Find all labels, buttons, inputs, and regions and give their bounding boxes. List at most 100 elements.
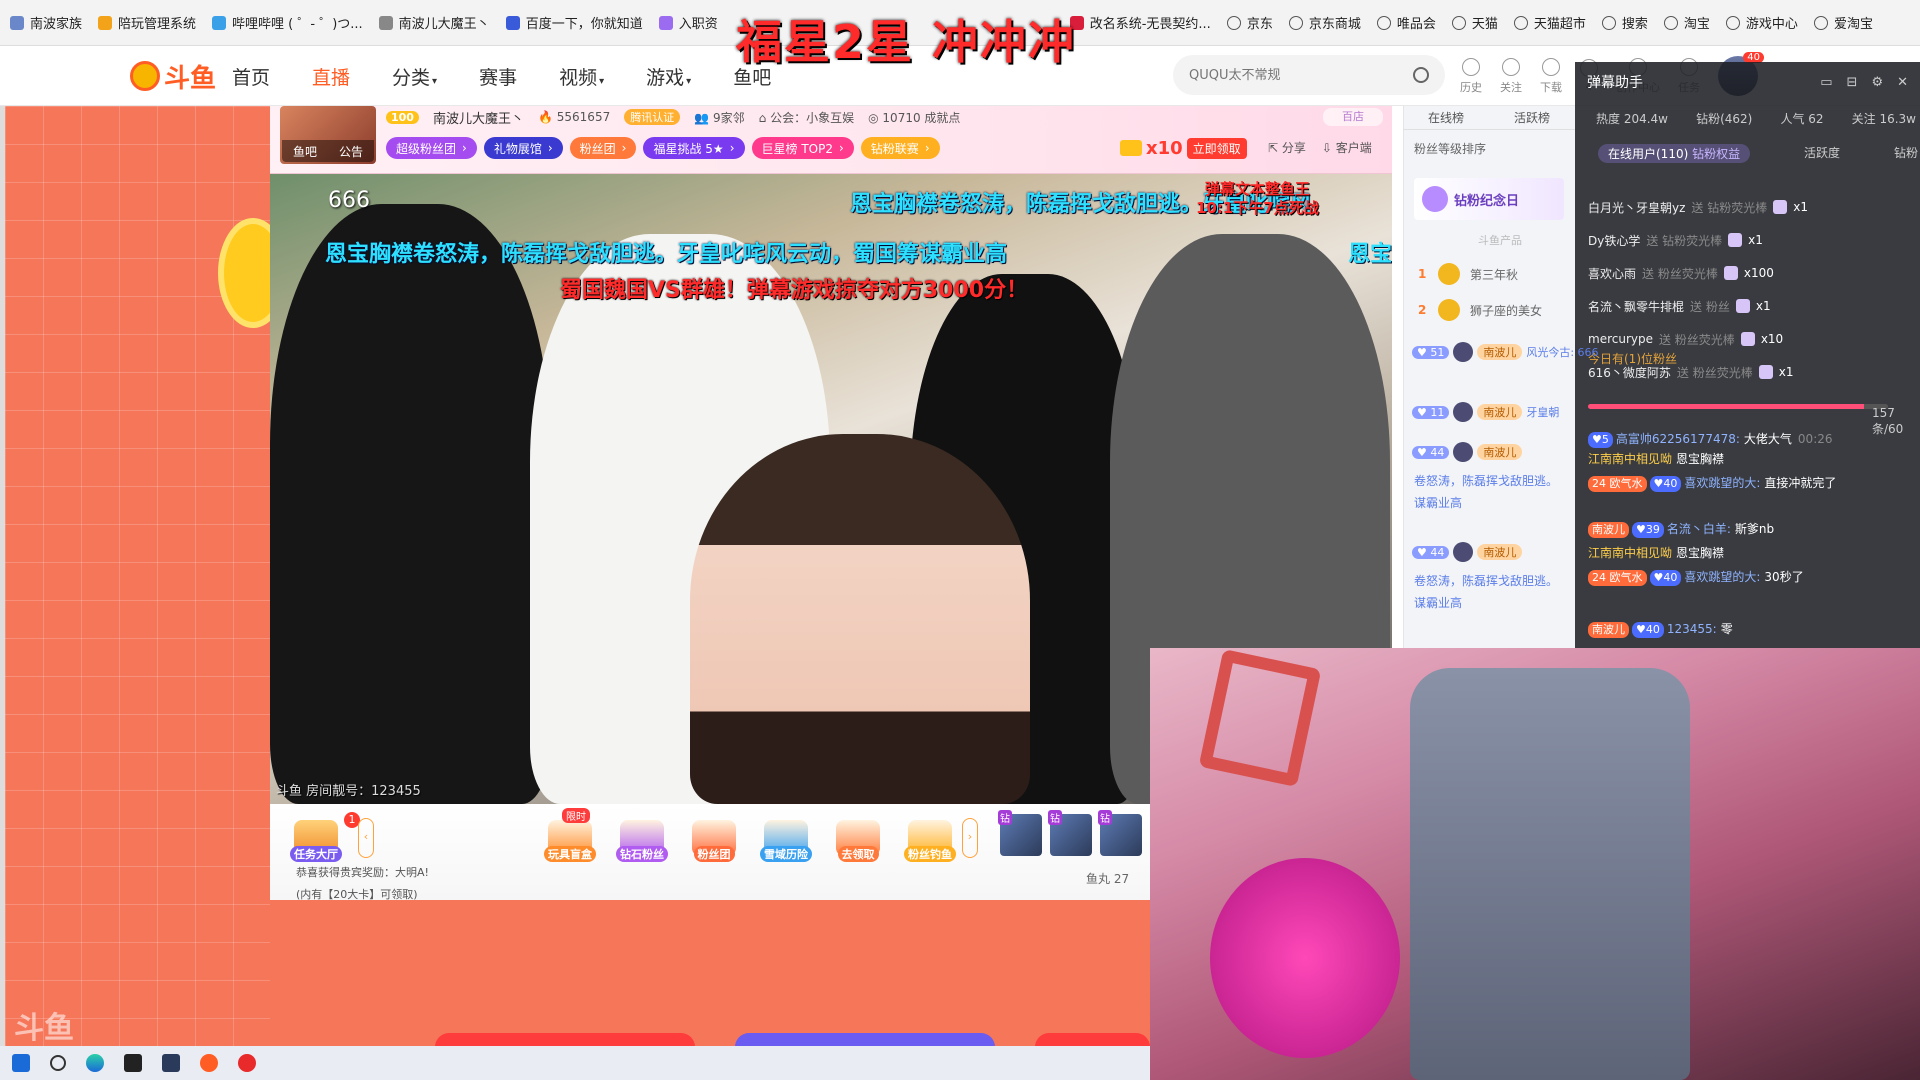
claim-button[interactable]: 立即领取 — [1186, 137, 1247, 159]
toolbar-item[interactable]: 粉丝团 — [684, 810, 744, 862]
task-hall-button[interactable]: 任务大厅 — [286, 810, 346, 862]
gift-sender[interactable]: mercurype — [1588, 332, 1653, 346]
toolbar-thumbnail[interactable]: 钻 — [998, 810, 1042, 856]
bookmark-item[interactable]: 天猫 — [1451, 13, 1498, 32]
sort-label[interactable]: 粉丝等级排序 — [1414, 140, 1486, 157]
fish-bar-link[interactable]: 鱼吧 — [293, 143, 317, 160]
gift-icon — [1740, 332, 1755, 346]
fan-badge-row[interactable]: ♥ 11 南波儿 牙皇朝 — [1412, 402, 1559, 422]
settings-icon[interactable]: ⚙ — [1871, 75, 1883, 90]
edge-icon[interactable] — [86, 1054, 104, 1072]
gift-sender[interactable]: 喜欢心雨 — [1588, 265, 1636, 282]
gift-sender[interactable]: 名流丶飘零牛排棍 — [1588, 298, 1684, 315]
diamond-tab[interactable]: 钻粉 — [1894, 144, 1918, 163]
header-icon-button[interactable]: 历史 — [1460, 57, 1482, 95]
ranking-tab[interactable]: 活跃榜 — [1514, 109, 1550, 126]
toolbar-thumbnail[interactable]: 钻 — [1098, 810, 1142, 856]
bookmark-item[interactable]: 改名系统-无畏契约... — [1069, 13, 1211, 32]
room-chip[interactable]: 钻粉联赛 › — [860, 137, 940, 159]
bookmark-item[interactable]: 哔哩哔哩 ( ゜- ゜)つ... — [212, 13, 363, 32]
diamond-anniversary-banner[interactable]: 钻粉纪念日 — [1414, 178, 1564, 220]
toolbar-collapse-icon[interactable]: ‹ — [358, 818, 374, 858]
gift-sender[interactable]: 白月光丶牙皇朝yz — [1588, 199, 1685, 216]
search-icon[interactable] — [50, 1055, 66, 1071]
fan-badge-row[interactable]: ♥ 44 南波儿 — [1412, 442, 1523, 462]
fan-badge-row[interactable]: ♥ 44 南波儿 — [1412, 542, 1523, 562]
bookmark-item[interactable]: 南波儿大魔王丶 — [378, 13, 490, 32]
rank-row[interactable]: 2 狮子座的美女 — [1418, 298, 1542, 322]
toolbar-expand-icon[interactable]: › — [962, 818, 978, 858]
family-link[interactable]: 👥 9家邻 — [694, 109, 744, 126]
bookmark-item[interactable]: 天猫超市 — [1513, 13, 1586, 32]
streamer-name[interactable]: 南波儿大魔王丶 — [433, 108, 524, 127]
toolbar-item[interactable]: 钻石粉丝 — [612, 810, 672, 862]
online-users-tab[interactable]: 在线用户(110) 钻粉权益 — [1598, 144, 1751, 163]
fan-badge-row[interactable]: ♥ 51 南波儿 风光今古: 666 — [1412, 342, 1599, 362]
rank-row[interactable]: 1 第三年秋 — [1418, 262, 1518, 286]
chat-username[interactable]: 高富帅62256177478: — [1616, 432, 1740, 446]
toolbar-item[interactable]: 雪域历险 — [756, 810, 816, 862]
gift-sender[interactable]: Dy铁心学 — [1588, 232, 1640, 249]
toolbar-item[interactable]: 去领取 — [828, 810, 888, 862]
toolbar-item[interactable]: 粉丝钓鱼 — [900, 810, 960, 862]
lock-icon[interactable]: ⊟ — [1847, 75, 1858, 90]
bookmark-item[interactable]: 陪玩管理系统 — [98, 13, 196, 32]
chat-username[interactable]: 喜欢跳望的大: — [1684, 570, 1760, 584]
windows-start-icon[interactable] — [12, 1054, 30, 1072]
obs-icon[interactable] — [124, 1054, 142, 1072]
bookmark-item[interactable]: 游戏中心 — [1725, 13, 1798, 32]
chat-username[interactable]: 名流丶白羊: — [1667, 522, 1731, 536]
search-icon[interactable] — [1413, 67, 1429, 83]
chat-username[interactable]: 江南南中相见呦 — [1588, 452, 1672, 466]
chat-username[interactable]: 123455: — [1667, 622, 1717, 636]
nav-link[interactable]: 首页 — [232, 63, 270, 90]
bookmark-item[interactable]: 百度一下，你就知道 — [505, 13, 643, 32]
notice-link[interactable]: 公告 — [339, 143, 363, 160]
ranking-tab[interactable]: 在线榜 — [1428, 109, 1464, 126]
room-chip[interactable]: 粉丝团 › — [569, 137, 637, 159]
nav-link[interactable]: 视频 ▾ — [559, 63, 604, 90]
bookmark-item[interactable]: 搜索 — [1601, 13, 1648, 32]
bookmark-item[interactable]: 京东商城 — [1288, 13, 1361, 32]
room-chip[interactable]: 福星挑战 5★ › — [643, 137, 745, 159]
nav-link[interactable]: 分类 ▾ — [392, 63, 437, 90]
share-button[interactable]: ⇱ 分享 — [1268, 139, 1306, 156]
header-icon-button[interactable]: 关注 — [1500, 57, 1522, 95]
toolbar-thumbnail[interactable]: 钻 — [1048, 810, 1092, 856]
hot-value: 🔥 5561657 — [537, 110, 611, 124]
bookmark-item[interactable]: 爱淘宝 — [1813, 13, 1873, 32]
header-icon-button[interactable]: 下载 — [1540, 57, 1562, 95]
guild-link[interactable]: ⌂ 公会：小象互娱 — [759, 109, 854, 126]
room-chip[interactable]: 巨星榜 TOP2 › — [751, 137, 854, 159]
netease-icon[interactable] — [238, 1054, 256, 1072]
memo-hint: 斗鱼产品 — [1478, 234, 1522, 247]
notice-line-1: 恭喜获得贵宾奖励：大明A! — [296, 866, 429, 879]
bookmark-item[interactable]: 京东 — [1226, 13, 1273, 32]
room-chip[interactable]: 礼物展馆 › — [483, 137, 563, 159]
bookmark-item[interactable]: 淘宝 — [1663, 13, 1710, 32]
danmaku-line-2b: 恩宝 — [1348, 242, 1393, 267]
bookmark-item[interactable]: 南波家族 — [10, 13, 82, 32]
minimize-icon[interactable]: ▭ — [1820, 75, 1832, 90]
nav-link[interactable]: 赛事 — [479, 63, 517, 90]
chat-username[interactable]: 喜欢跳望的大: — [1684, 476, 1760, 490]
terminal-icon[interactable] — [162, 1054, 180, 1072]
gift-row: 616丶微度阿苏送 粉丝荧光棒 x1 — [1588, 361, 1908, 383]
douyu-logo[interactable]: 斗鱼 — [130, 54, 216, 98]
room-chip[interactable]: 超级粉丝团 › — [386, 137, 477, 159]
fan-level-tag: ♥5 — [1588, 432, 1613, 448]
active-tab[interactable]: 活跃度 — [1804, 144, 1840, 163]
client-button[interactable]: ⇩ 客户端 — [1322, 139, 1372, 156]
nav-link[interactable]: 游戏 ▾ — [646, 63, 691, 90]
search-box[interactable] — [1173, 55, 1445, 95]
close-icon[interactable]: ✕ — [1897, 75, 1908, 90]
douyu-app-icon[interactable] — [200, 1054, 218, 1072]
search-input[interactable] — [1189, 67, 1389, 83]
chat-message: 24 欧气水 ♥40 喜欢跳望的大: 30秒了 — [1588, 566, 1914, 588]
gift-sender[interactable]: 616丶微度阿苏 — [1588, 364, 1671, 381]
nav-link[interactable]: 直播 — [312, 63, 350, 90]
bookmark-item[interactable]: 唯品会 — [1376, 13, 1436, 32]
bookmark-item[interactable]: 入职资 — [658, 13, 718, 32]
chat-username[interactable]: 江南南中相见呦 — [1588, 546, 1672, 560]
dropdown-arrow-icon: ▾ — [432, 75, 438, 87]
